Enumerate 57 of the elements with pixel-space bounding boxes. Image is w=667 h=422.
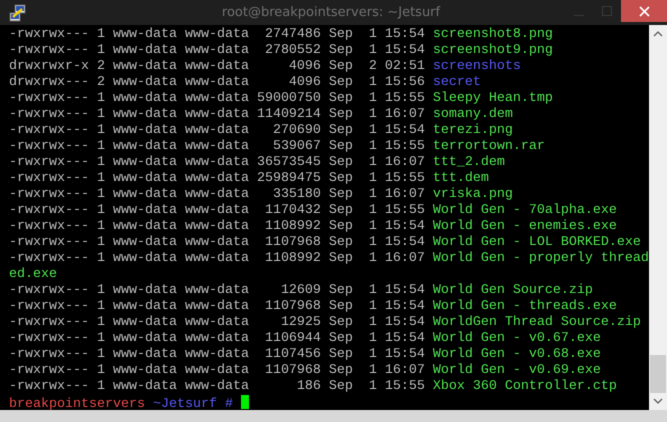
file-details: -rwxrwx--- 1 www-data www-data 1108992 Sep 1 15:54 [9,219,425,234]
scrollbar-thumb[interactable] [650,355,666,393]
directory-name: screenshots [432,59,521,74]
file-details: -rwxrwx--- 1 www-data www-data 12609 Sep 1 15:54 [9,283,425,298]
file-name: terrortown.rar [432,139,545,154]
file-name: World Gen Source.zip [432,283,593,298]
scroll-up-icon[interactable] [652,30,663,38]
file-details: drwxrwx--- 2 www-data www-data 4096 Sep 1 15:56 [9,75,425,90]
file-details: -rwxrwx--- 1 www-data www-data 1107968 Sep 1 15:54 [9,235,425,250]
prompt-path: ~Jetsurf # [152,397,233,412]
file-details: -rwxrwx--- 1 www-data www-data 12925 Sep 1 15:54 [9,315,425,330]
close-button[interactable] [621,0,667,22]
file-details: -rwxrwx--- 1 www-data www-data 1107456 Sep 1 15:54 [9,347,425,362]
file-name: WorldGen Thread Source.zip [432,315,641,330]
file-name: World Gen - enemies.exe [432,219,617,234]
maximize-icon [602,6,612,16]
window-title: root@breakpointservers: ~Jetsurf [220,5,440,20]
file-details: drwxrwxr-x 2 www-data www-data 4096 Sep 2 02:51 [9,59,425,74]
file-details: -rwxrwx--- 1 www-data www-data 1170432 Sep 1 15:55 [9,203,425,218]
file-name: Sleepy Hean.tmp [432,91,553,106]
file-name: World Gen - LOL BORKED.exe [432,235,641,250]
file-name: Xbox 360 Controller.ctp [432,379,617,394]
file-name: screenshot9.png [432,43,553,58]
scrollbar[interactable] [648,25,667,410]
file-details: -rwxrwx--- 1 www-data www-data 539067 Sep 1 15:55 [9,139,425,154]
file-details: -rwxrwx--- 1 www-data www-data 1106944 Sep 1 15:54 [9,331,425,346]
file-name-continuation: ed.exe [9,267,57,282]
file-name: screenshot8.png [432,27,553,42]
file-name: World Gen - properly thread [432,251,649,266]
file-details: -rwxrwx--- 1 www-data www-data 186 Sep 1 15:55 [9,379,425,394]
file-name: terezi.png [432,123,513,138]
close-icon [638,6,650,16]
file-details: -rwxrwx--- 1 www-data www-data 11409214 Sep 1 16:07 [9,107,425,122]
file-details: -rwxrwx--- 1 www-data www-data 2747486 Sep 1 15:54 [9,27,425,42]
file-details: -rwxrwx--- 1 www-data www-data 36573545 Sep 1 16:07 [9,155,425,170]
file-details: -rwxrwx--- 1 www-data www-data 335180 Sep 1 16:07 [9,187,425,202]
terminal-app-icon [9,4,27,22]
file-name: somany.dem [432,107,513,122]
prompt-host: breakpointservers [9,397,145,412]
file-name: vriska.png [432,187,513,202]
file-name: World Gen - v0.68.exe [432,347,601,362]
file-details: -rwxrwx--- 1 www-data www-data 1108992 Sep 1 16:07 [9,251,425,266]
file-details: -rwxrwx--- 1 www-data www-data 25989475 Sep 1 15:55 [9,171,425,186]
file-name: World Gen - 70alpha.exe [432,203,617,218]
file-details: -rwxrwx--- 1 www-data www-data 270690 Sep 1 15:54 [9,123,425,138]
scroll-down-icon[interactable] [652,397,663,405]
file-name: World Gen - v0.69.exe [432,363,601,378]
file-details: -rwxrwx--- 1 www-data www-data 1107968 Sep 1 16:07 [9,363,425,378]
file-details: -rwxrwx--- 1 www-data www-data 2780552 Sep 1 15:54 [9,43,425,58]
file-details: -rwxrwx--- 1 www-data www-data 1107968 Sep 1 15:54 [9,299,425,314]
cursor-block [240,395,249,409]
file-name: ttt_2.dem [432,155,505,170]
file-name: World Gen - threads.exe [432,299,617,314]
directory-name: secret [432,75,481,90]
file-details: -rwxrwx--- 1 www-data www-data 59000750 Sep 1 15:55 [9,91,425,106]
file-name: World Gen - v0.67.exe [432,331,601,346]
file-name: ttt.dem [432,171,489,186]
